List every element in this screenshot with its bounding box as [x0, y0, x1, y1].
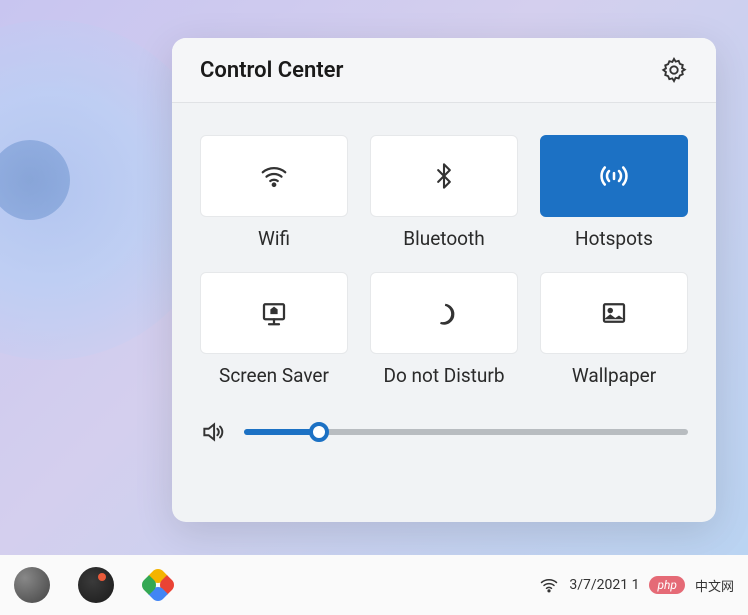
tile-bluetooth[interactable]	[370, 135, 518, 217]
bluetooth-icon	[430, 162, 458, 190]
control-center-panel: Control Center Wifi	[172, 38, 716, 522]
dnd-icon	[430, 299, 458, 327]
wifi-icon	[259, 161, 289, 191]
volume-icon	[200, 419, 226, 445]
tile-hotspots-wrap: Hotspots	[540, 135, 688, 250]
tile-bluetooth-wrap: Bluetooth	[370, 135, 518, 250]
tile-dnd[interactable]	[370, 272, 518, 354]
slider-fill	[244, 429, 319, 435]
taskbar-left	[14, 567, 174, 603]
tile-screensaver-wrap: Screen Saver	[200, 272, 348, 387]
tile-wifi[interactable]	[200, 135, 348, 217]
taskbar-app-1[interactable]	[14, 567, 50, 603]
tiles-grid: Wifi Bluetooth Hotspots	[172, 103, 716, 407]
tile-wallpaper[interactable]	[540, 272, 688, 354]
tile-dnd-wrap: Do not Disturb	[370, 272, 518, 387]
volume-row	[172, 407, 716, 477]
wallpaper-icon	[599, 298, 629, 328]
screensaver-icon	[259, 298, 289, 328]
tile-wallpaper-label: Wallpaper	[572, 364, 656, 387]
tile-dnd-label: Do not Disturb	[384, 364, 505, 387]
tile-hotspots-label: Hotspots	[575, 227, 653, 250]
tile-wifi-label: Wifi	[258, 227, 290, 250]
taskbar-badge: php	[649, 576, 685, 594]
taskbar-cn-text: 中文网	[695, 576, 734, 595]
app-indicator-dot	[98, 573, 106, 581]
settings-button[interactable]	[660, 56, 688, 84]
taskbar-wifi-icon[interactable]	[539, 575, 559, 595]
panel-header: Control Center	[172, 38, 716, 103]
volume-slider[interactable]	[244, 422, 688, 442]
panel-title: Control Center	[200, 58, 343, 83]
slider-thumb[interactable]	[309, 422, 329, 442]
taskbar-app-2[interactable]	[78, 567, 114, 603]
taskbar-app-photos[interactable]	[142, 569, 174, 601]
tile-bluetooth-label: Bluetooth	[403, 227, 484, 250]
tile-hotspots[interactable]	[540, 135, 688, 217]
tile-wifi-wrap: Wifi	[200, 135, 348, 250]
hotspot-icon	[597, 159, 631, 193]
taskbar-right: 3/7/2021 1 php 中文网	[539, 575, 734, 595]
tile-wallpaper-wrap: Wallpaper	[540, 272, 688, 387]
tile-screensaver[interactable]	[200, 272, 348, 354]
taskbar: 3/7/2021 1 php 中文网	[0, 555, 748, 615]
taskbar-datetime[interactable]: 3/7/2021 1	[569, 577, 639, 593]
gear-icon	[660, 56, 688, 84]
tile-screensaver-label: Screen Saver	[219, 364, 329, 387]
